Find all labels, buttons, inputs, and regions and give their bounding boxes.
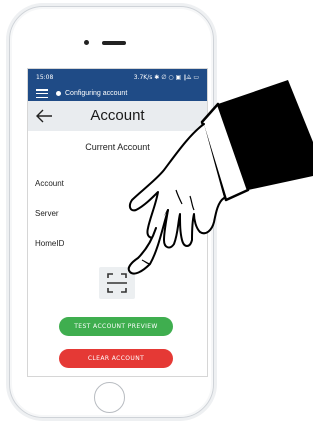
notification-text: Configuring account (65, 90, 128, 97)
server-label: Server (35, 209, 59, 218)
pointing-hand-icon (127, 80, 313, 275)
earpiece-speaker (102, 41, 126, 45)
notification-dot-icon (56, 91, 61, 96)
clear-account-button[interactable]: CLEAR ACCOUNT (59, 349, 173, 368)
homeid-label: HomeID (35, 239, 65, 248)
menu-icon[interactable] (36, 89, 48, 98)
status-time: 15:08 (36, 74, 54, 81)
test-account-preview-button[interactable]: TEST ACCOUNT PREVIEW (59, 317, 173, 336)
home-button[interactable] (94, 382, 125, 413)
front-camera (84, 40, 89, 45)
account-label: Account (35, 179, 64, 188)
